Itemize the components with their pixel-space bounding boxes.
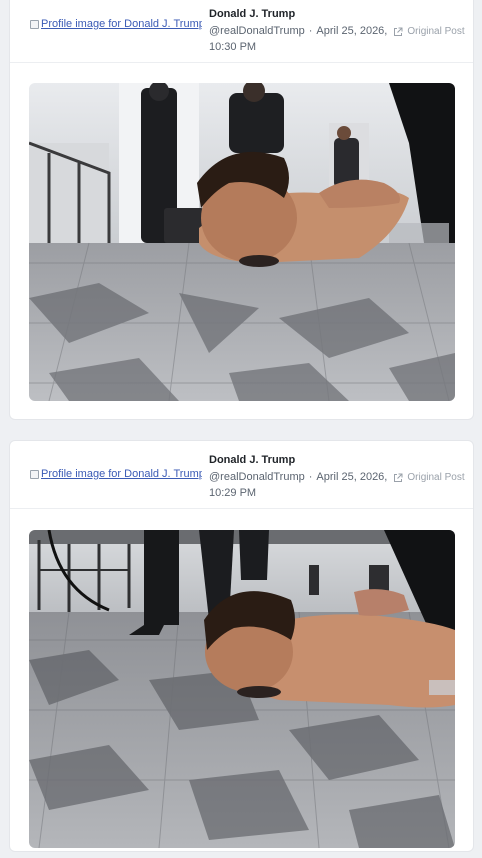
profile-image-alt[interactable]: Profile image for Donald J. Trump — [41, 468, 202, 480]
post-card: Profile image for Donald J. Trump Donald… — [9, 440, 474, 852]
meta-line: @realDonaldTrump · April 25, 2026, Origi… — [209, 470, 469, 485]
profile-image-link[interactable]: Profile image for Donald J. Trump — [30, 18, 202, 30]
post-image-graphic — [29, 530, 455, 848]
post-image[interactable] — [29, 83, 455, 401]
post-date: April 25, 2026, — [316, 25, 388, 37]
post-time: 10:29 PM — [209, 487, 257, 499]
profile-image-alt[interactable]: Profile image for Donald J. Trump — [41, 18, 202, 30]
author-block: Donald J. Trump @realDonaldTrump · April… — [209, 453, 469, 501]
original-post-label[interactable]: Original Post — [407, 470, 464, 485]
original-post-link[interactable]: Original Post — [393, 470, 465, 485]
author-block: Donald J. Trump @realDonaldTrump · April… — [209, 7, 469, 55]
broken-image-icon — [30, 19, 39, 29]
original-post-label[interactable]: Original Post — [407, 24, 464, 39]
author-name[interactable]: Donald J. Trump — [209, 453, 469, 467]
external-link-icon — [394, 27, 403, 36]
external-link-icon — [394, 473, 403, 482]
post-header: Profile image for Donald J. Trump Donald… — [10, 0, 473, 63]
author-handle[interactable]: @realDonaldTrump — [209, 470, 305, 485]
post-date: April 25, 2026, — [316, 471, 388, 483]
meta-line: @realDonaldTrump · April 25, 2026, Origi… — [209, 24, 469, 39]
profile-image-link[interactable]: Profile image for Donald J. Trump — [30, 468, 202, 480]
author-handle[interactable]: @realDonaldTrump — [209, 24, 305, 39]
post-card: Profile image for Donald J. Trump Donald… — [9, 0, 474, 420]
original-post-link[interactable]: Original Post — [393, 24, 465, 39]
post-image[interactable] — [29, 530, 455, 848]
meta-separator: · — [308, 25, 313, 37]
post-header: Profile image for Donald J. Trump Donald… — [10, 441, 473, 509]
post-time: 10:30 PM — [209, 41, 257, 53]
broken-image-icon — [30, 469, 39, 479]
author-name[interactable]: Donald J. Trump — [209, 7, 469, 21]
meta-separator: · — [308, 471, 313, 483]
post-image-graphic — [29, 83, 455, 401]
